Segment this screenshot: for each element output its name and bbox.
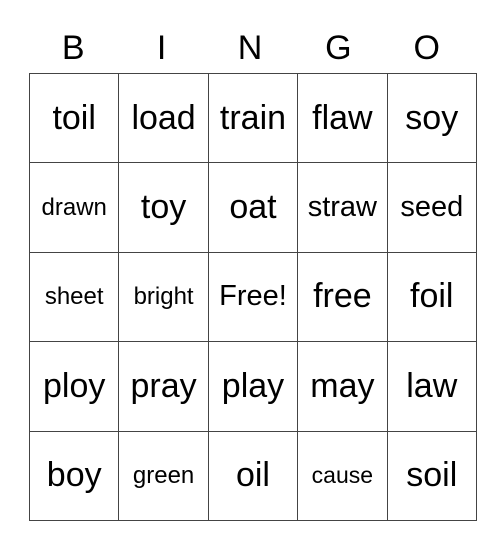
grid-row: sheet bright Free! free foil xyxy=(28,251,477,343)
header-letter: N xyxy=(237,29,263,67)
bingo-cell[interactable]: ploy xyxy=(28,341,120,432)
bingo-cell[interactable]: pray xyxy=(118,341,209,432)
bingo-cell[interactable]: train xyxy=(207,72,299,164)
bingo-header: B I N G O xyxy=(29,26,471,70)
grid-row: ploy pray play may law xyxy=(28,341,477,432)
bingo-cell[interactable]: straw xyxy=(297,162,388,253)
bingo-cell[interactable]: sheet xyxy=(28,251,120,343)
bingo-cell[interactable]: boy xyxy=(28,430,120,521)
header-letter: B xyxy=(61,29,85,67)
free-space-cell[interactable]: Free! xyxy=(207,251,299,343)
header-letter: I xyxy=(156,29,167,67)
bingo-cell[interactable]: soy xyxy=(386,72,477,164)
bingo-cell[interactable]: free xyxy=(297,251,388,343)
grid-row: toil load train flaw soy xyxy=(28,72,477,164)
header-letter: G xyxy=(325,29,352,67)
bingo-cell[interactable]: green xyxy=(118,430,209,521)
bingo-cell[interactable]: law xyxy=(386,341,477,432)
bingo-grid: toil load train flaw soy drawn toy oat s… xyxy=(28,72,477,521)
bingo-cell[interactable]: drawn xyxy=(28,162,120,253)
bingo-cell[interactable]: bright xyxy=(118,251,209,343)
bingo-cell[interactable]: foil xyxy=(386,251,477,343)
grid-row: boy green oil cause soil xyxy=(28,430,477,521)
bingo-cell[interactable]: may xyxy=(297,341,388,432)
grid-row: drawn toy oat straw seed xyxy=(28,162,477,253)
bingo-cell[interactable]: toil xyxy=(28,72,120,164)
bingo-cell[interactable]: oil xyxy=(207,430,299,521)
bingo-cell[interactable]: cause xyxy=(297,430,388,521)
bingo-cell[interactable]: soil xyxy=(386,430,477,521)
bingo-cell[interactable]: load xyxy=(118,72,209,164)
bingo-cell[interactable]: flaw xyxy=(297,72,388,164)
bingo-cell[interactable]: oat xyxy=(207,162,299,253)
bingo-cell[interactable]: play xyxy=(207,341,299,432)
bingo-cell[interactable]: toy xyxy=(118,162,209,253)
header-letter: O xyxy=(413,29,440,67)
bingo-cell[interactable]: seed xyxy=(386,162,477,253)
